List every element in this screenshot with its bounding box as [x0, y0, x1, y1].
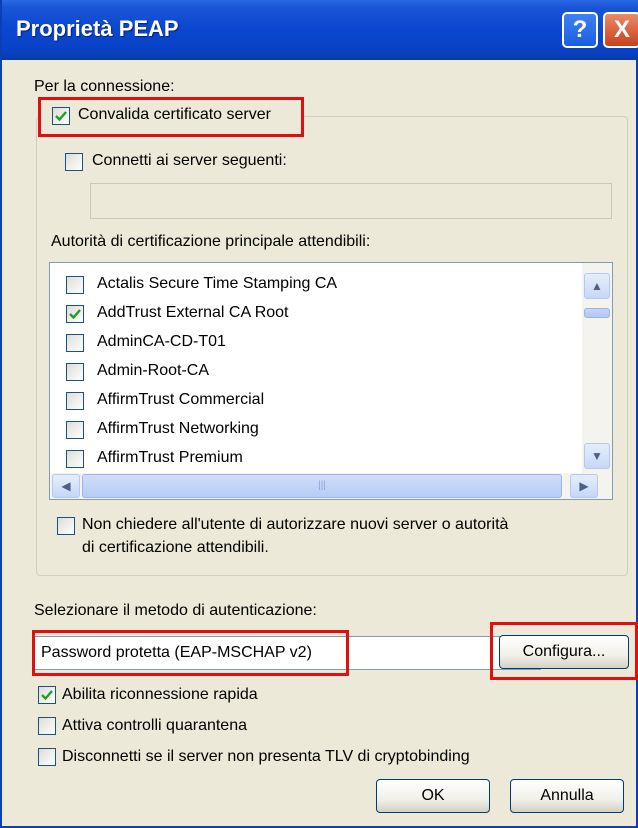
ca-list-label: Autorità di certificazione principale at…	[51, 233, 371, 250]
list-item[interactable]: Actalis Secure Time Stamping CA	[50, 271, 570, 300]
ca-label: Actalis Secure Time Stamping CA	[97, 275, 338, 292]
ca-label: AdminCA-CD-T01	[97, 333, 226, 350]
auth-method-label: Selezionare il metodo di autenticazione:	[34, 602, 317, 619]
list-item[interactable]: AffirmTrust Networking	[50, 416, 570, 445]
fast-reconnect-label[interactable]: Abilita riconnessione rapida	[62, 686, 258, 704]
ca-label: AffirmTrust Networking	[97, 420, 259, 437]
no-prompt-label-line2[interactable]: di certificazione attendibili.	[82, 539, 269, 557]
scroll-down-icon[interactable]: ▼	[584, 443, 610, 469]
scroll-right-icon[interactable]: ▶	[570, 474, 598, 498]
ca-label: AddTrust External CA Root	[97, 304, 289, 321]
servers-input[interactable]	[90, 183, 612, 219]
title-bar[interactable]: Proprietà PEAP ? X	[2, 0, 638, 60]
close-button[interactable]: X	[603, 12, 638, 48]
checkmark-icon	[69, 309, 81, 320]
ca-checkbox[interactable]	[66, 305, 84, 323]
help-button[interactable]: ?	[562, 12, 598, 48]
cryptobinding-label[interactable]: Disconnetti se il server non presenta TL…	[62, 748, 470, 766]
no-prompt-label[interactable]: Non chiedere all'utente di autorizzare n…	[82, 516, 508, 534]
list-item[interactable]: AffirmTrust Commercial	[50, 387, 570, 416]
ok-button[interactable]: OK	[376, 779, 490, 813]
scroll-thumb[interactable]	[584, 308, 610, 318]
ca-label: AffirmTrust Commercial	[97, 391, 265, 408]
ca-checkbox[interactable]	[66, 334, 84, 352]
list-item[interactable]: AdminCA-CD-T01	[50, 329, 570, 358]
ca-checkbox[interactable]	[66, 392, 84, 410]
list-item[interactable]: AffirmTrust Premium	[50, 445, 570, 474]
peap-properties-dialog: Proprietà PEAP ? X Per la connessione: C…	[0, 0, 638, 828]
quarantine-label[interactable]: Attiva controlli quarantena	[62, 717, 247, 735]
ca-listbox[interactable]: Actalis Secure Time Stamping CA AddTrust…	[49, 262, 613, 500]
auth-method-highlight	[32, 630, 349, 676]
configure-highlight	[490, 622, 638, 680]
fast-reconnect-checkbox[interactable]	[38, 686, 56, 704]
scroll-thumb-horizontal[interactable]: |||	[82, 474, 562, 498]
cryptobinding-checkbox[interactable]	[38, 748, 56, 766]
ca-checkbox[interactable]	[66, 276, 84, 294]
ca-checkbox[interactable]	[66, 421, 84, 439]
checkmark-icon	[41, 690, 53, 701]
close-icon: X	[613, 16, 630, 43]
connect-servers-checkbox[interactable]	[65, 153, 83, 171]
scroll-left-icon[interactable]: ◀	[52, 474, 80, 498]
scroll-up-icon[interactable]: ▲	[584, 273, 610, 299]
list-item[interactable]: Admin-Root-CA	[50, 358, 570, 387]
no-prompt-checkbox[interactable]	[57, 517, 75, 535]
connect-servers-label[interactable]: Connetti ai server seguenti:	[92, 152, 287, 170]
vertical-scrollbar[interactable]: ▲ ▼	[582, 263, 612, 473]
ca-checkbox[interactable]	[66, 450, 84, 468]
ca-label: Admin-Root-CA	[97, 362, 210, 379]
window-title: Proprietà PEAP	[16, 16, 179, 41]
quarantine-checkbox[interactable]	[38, 717, 56, 735]
connection-label: Per la connessione:	[34, 78, 175, 95]
cancel-button[interactable]: Annulla	[510, 779, 624, 813]
help-icon: ?	[572, 16, 588, 43]
ca-checkbox[interactable]	[66, 363, 84, 381]
checkmark-icon	[55, 111, 67, 122]
validate-cert-label[interactable]: Convalida certificato server	[78, 106, 271, 124]
ca-label: AffirmTrust Premium	[97, 449, 243, 466]
list-item[interactable]: AddTrust External CA Root	[50, 300, 570, 329]
validate-cert-checkbox[interactable]	[52, 107, 70, 125]
horizontal-scrollbar[interactable]: ◀ ||| ▶	[50, 473, 612, 499]
